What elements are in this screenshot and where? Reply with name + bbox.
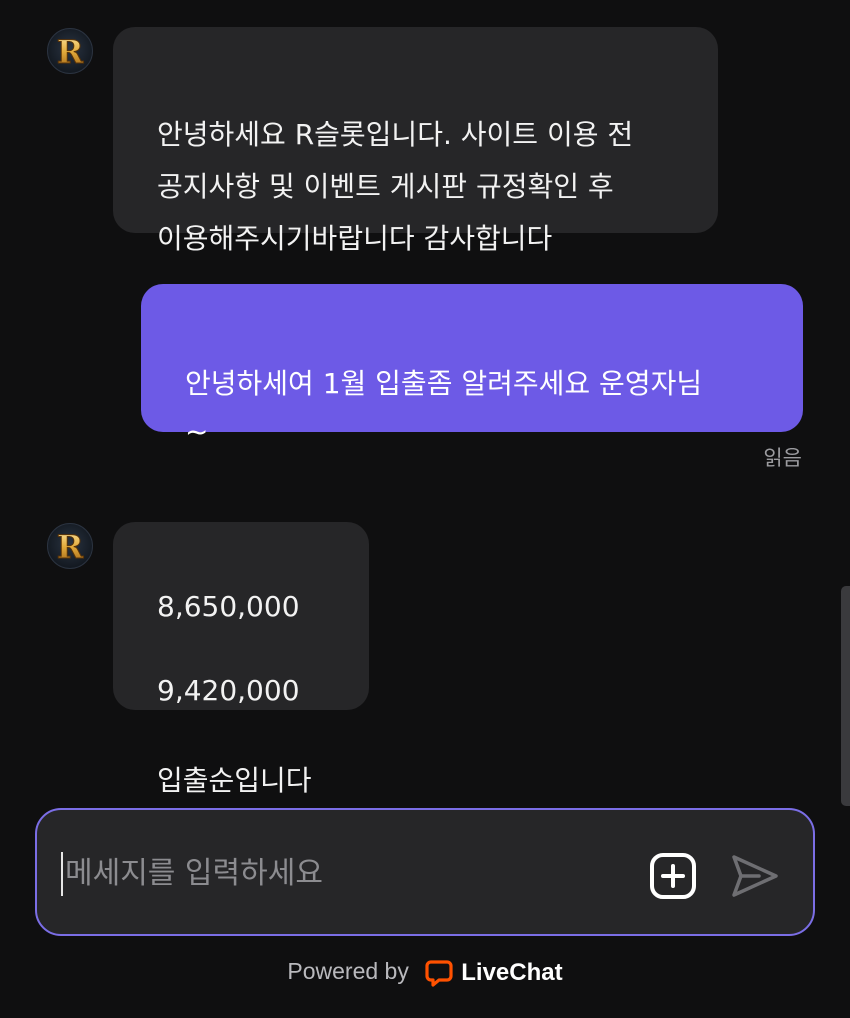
livechat-brand-name: LiveChat [461, 958, 563, 986]
livechat-logo-icon [425, 960, 453, 987]
livechat-brand-link[interactable]: LiveChat [425, 958, 563, 987]
agent-message-line: 8,650,000 [157, 590, 300, 623]
agent-avatar: R [47, 523, 93, 569]
agent-message-text: 안녕하세요 R슬롯입니다. 사이트 이용 전 공지사항 및 이벤트 게시판 규정… [157, 118, 634, 255]
svg-text:R: R [57, 33, 84, 71]
attach-button[interactable] [649, 852, 697, 900]
agent-message-bubble: 안녕하세요 R슬롯입니다. 사이트 이용 전 공지사항 및 이벤트 게시판 규정… [113, 27, 718, 255]
r-logo-avatar-icon: R [56, 528, 84, 567]
send-button[interactable] [729, 852, 781, 900]
powered-by-label: Powered by [287, 958, 409, 984]
svg-text:R: R [57, 528, 84, 566]
agent-avatar: R [47, 28, 93, 74]
powered-by-footer: Powered by LiveChat [0, 958, 850, 987]
visitor-message-bubble: 안녕하세여 1월 입출좀 알려주세요 운영자님 ~ [141, 284, 803, 448]
r-logo-avatar-icon: R [56, 33, 84, 72]
read-receipt: 읽음 [763, 446, 802, 470]
message-input[interactable] [63, 840, 627, 906]
send-arrow-icon [732, 855, 778, 897]
message-composer [35, 808, 815, 936]
agent-message-bubble: 8,650,000 9,420,000 입출순입니다 [113, 522, 369, 797]
chat-scrollbar[interactable] [841, 586, 850, 806]
agent-message-line: 9,420,000 [157, 674, 300, 707]
plus-square-icon [650, 853, 696, 899]
visitor-message-text: 안녕하세여 1월 입출좀 알려주세요 운영자님 ~ [185, 367, 703, 448]
agent-message-line: 입출순입니다 [157, 764, 312, 797]
